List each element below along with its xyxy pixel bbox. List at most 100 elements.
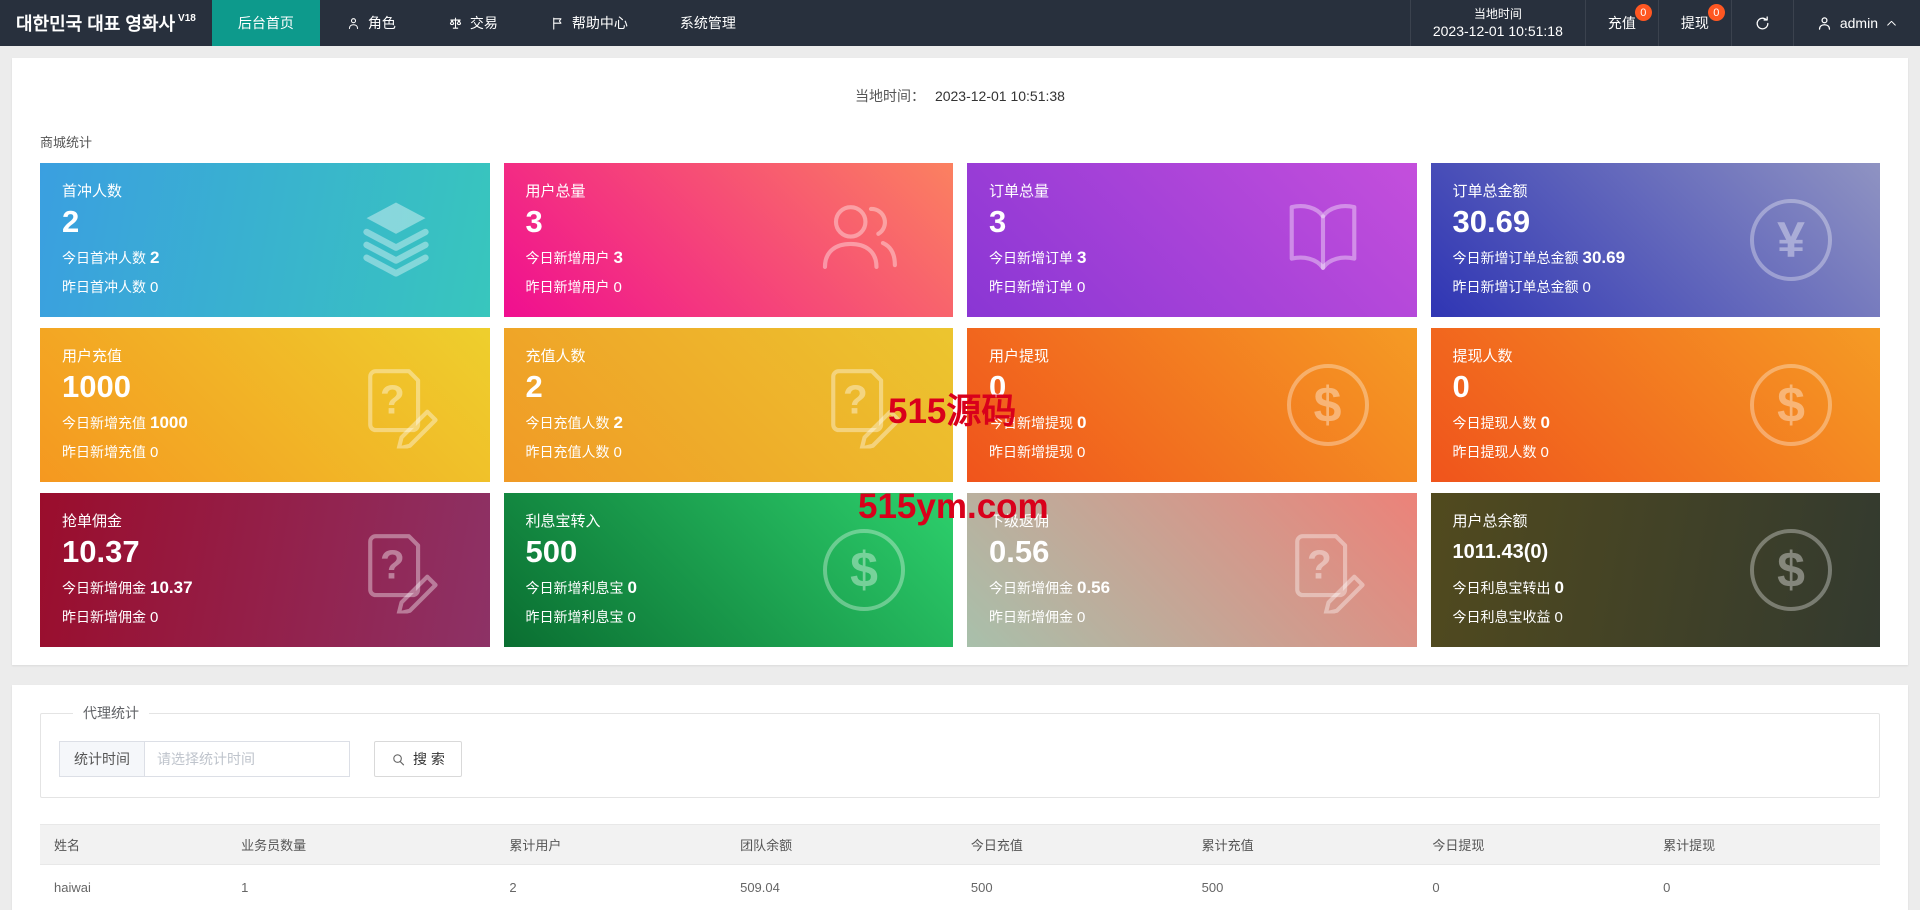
stat-card-7: 用户提现0今日新增提现0昨日新增提现0$ <box>967 328 1417 482</box>
stat-card-5: 用户充值1000今日新增充值1000昨日新增充值0? <box>40 328 490 482</box>
user-menu[interactable]: admin <box>1793 0 1920 46</box>
stat-card-10: 利息宝转入500今日新增利息宝0昨日新增利息宝0$ <box>504 493 954 647</box>
search-button[interactable]: 搜 索 <box>374 741 462 777</box>
brand-version: V18 <box>178 13 196 24</box>
stat-card-8: 提现人数0今日提现人数0昨日提现人数0$ <box>1431 328 1881 482</box>
local-time-value: 2023-12-01 10:51:38 <box>935 88 1065 104</box>
dollar-circle-icon: $ <box>1287 364 1369 446</box>
local-time-label: 当地时间： <box>855 88 925 104</box>
stat-time-label: 统计时间 <box>59 741 144 777</box>
agent-panel: 代理统计 统计时间 搜 索 姓名业务员数量累计用户团队余额今日充值累计充值今日提… <box>12 685 1908 910</box>
table-header-cell: 姓名 <box>40 825 227 865</box>
person-icon <box>346 16 361 31</box>
refresh-button[interactable] <box>1731 0 1793 46</box>
recharge-button[interactable]: 充值 0 <box>1585 0 1658 46</box>
stat-card-6: 充值人数2今日充值人数2昨日充值人数0? <box>504 328 954 482</box>
card-title: 提现人数 <box>1453 345 1859 366</box>
card-title: 订单总金额 <box>1453 180 1859 201</box>
brand-title: 대한민국 대표 영화사 <box>16 10 175 36</box>
edit-doc-icon: ? <box>350 522 442 619</box>
edit-doc-icon: ? <box>350 357 442 454</box>
stat-time-input[interactable] <box>144 741 350 777</box>
table-header-cell: 今日充值 <box>957 825 1188 865</box>
svg-text:?: ? <box>379 377 404 423</box>
navbar-time-label: 当地时间 <box>1474 6 1522 22</box>
search-button-label: 搜 索 <box>413 749 445 769</box>
dollar-circle-icon: $ <box>1750 364 1832 446</box>
menu-item-5[interactable]: 系统管理 <box>654 0 762 46</box>
stats-panel: 当地时间： 2023-12-01 10:51:38 商城统计 首冲人数2今日首冲… <box>12 58 1908 665</box>
menu-item-label: 系统管理 <box>680 13 736 33</box>
table-cell: 500 <box>1188 865 1419 910</box>
table-cell: haiwai <box>40 865 227 910</box>
flag-icon <box>550 16 565 31</box>
agent-table: 姓名业务员数量累计用户团队余额今日充值累计充值今日提现累计提现 haiwai12… <box>40 824 1880 910</box>
menu-item-3[interactable]: 交易 <box>422 0 524 46</box>
menu-item-label: 角色 <box>368 13 396 33</box>
table-cell: 2 <box>495 865 726 910</box>
withdraw-badge: 0 <box>1708 4 1725 21</box>
recharge-badge: 0 <box>1635 4 1652 21</box>
brand-logo: 대한민국 대표 영화사 V18 <box>0 0 212 46</box>
menu-item-4[interactable]: 帮助中心 <box>524 0 654 46</box>
menu-item-label: 后台首页 <box>238 13 294 33</box>
svg-text:?: ? <box>379 542 404 588</box>
edit-doc-icon: ? <box>813 357 905 454</box>
layers-icon <box>350 192 442 289</box>
table-cell: 0 <box>1649 865 1880 910</box>
stat-cards-grid: 首冲人数2今日首冲人数2昨日首冲人数0用户总量3今日新增用户3昨日新增用户0订单… <box>40 163 1880 647</box>
table-row: haiwai12509.0450050000 <box>40 865 1880 910</box>
edit-doc-icon: ? <box>1277 522 1369 619</box>
menu-item-2[interactable]: 角色 <box>320 0 422 46</box>
withdraw-button[interactable]: 提现 0 <box>1658 0 1731 46</box>
search-icon <box>391 752 406 767</box>
table-header-cell: 今日提现 <box>1418 825 1649 865</box>
svg-text:?: ? <box>1306 542 1331 588</box>
navbar-local-time: 当地时间 2023-12-01 10:51:18 <box>1410 0 1585 46</box>
stat-card-3: 订单总量3今日新增订单3昨日新增订单0 <box>967 163 1417 317</box>
agent-fieldset: 代理统计 统计时间 搜 索 <box>40 703 1880 798</box>
table-cell: 509.04 <box>726 865 957 910</box>
table-header-cell: 累计提现 <box>1649 825 1880 865</box>
refresh-icon <box>1754 15 1771 32</box>
user-icon <box>1816 15 1833 32</box>
navbar-time-value: 2023-12-01 10:51:18 <box>1433 22 1563 40</box>
menu-item-label: 交易 <box>470 13 498 33</box>
stat-card-2: 用户总量3今日新增用户3昨日新增用户0 <box>504 163 954 317</box>
table-header-cell: 累计充值 <box>1188 825 1419 865</box>
local-time-row: 当地时间： 2023-12-01 10:51:38 <box>28 74 1892 106</box>
top-navbar: 대한민국 대표 영화사 V18 后台首页 角色 交易 帮助中心 系统管理 当地时间 20… <box>0 0 1920 46</box>
menu-item-1[interactable]: 后台首页 <box>212 0 320 46</box>
stat-card-12: 用户总余额1011.43(0)今日利息宝转出0今日利息宝收益0$ <box>1431 493 1881 647</box>
agent-legend: 代理统计 <box>73 703 149 723</box>
withdraw-label: 提现 <box>1681 13 1709 33</box>
menu-item-label: 帮助中心 <box>572 13 628 33</box>
stat-card-4: 订单总金额30.69今日新增订单总金额30.69昨日新增订单总金额0¥ <box>1431 163 1881 317</box>
table-header-cell: 团队余额 <box>726 825 957 865</box>
stat-card-11: 下级返佣0.56今日新增佣金0.56昨日新增佣金0? <box>967 493 1417 647</box>
svg-text:?: ? <box>843 377 868 423</box>
nav-spacer <box>762 0 1410 46</box>
card-title: 利息宝转入 <box>526 510 932 531</box>
chevron-up-icon <box>1885 17 1898 30</box>
table-header-cell: 业务员数量 <box>227 825 495 865</box>
stat-card-1: 首冲人数2今日首冲人数2昨日首冲人数0 <box>40 163 490 317</box>
card-title: 用户提现 <box>989 345 1395 366</box>
scale-icon <box>448 16 463 31</box>
table-header-cell: 累计用户 <box>495 825 726 865</box>
dollar-circle-icon: $ <box>823 529 905 611</box>
recharge-label: 充值 <box>1608 13 1636 33</box>
table-cell: 1 <box>227 865 495 910</box>
card-title: 用户总余额 <box>1453 510 1859 531</box>
stat-card-9: 抢单佣金10.37今日新增佣金10.37昨日新增佣金0? <box>40 493 490 647</box>
book-icon <box>1277 192 1369 289</box>
main-menu: 后台首页 角色 交易 帮助中心 系统管理 <box>212 0 762 46</box>
agent-table-header-row: 姓名业务员数量累计用户团队余额今日充值累计充值今日提现累计提现 <box>40 825 1880 865</box>
stats-section-title: 商城统计 <box>40 132 1892 151</box>
users-icon <box>813 192 905 289</box>
dollar-circle-icon: $ <box>1750 529 1832 611</box>
agent-search-row: 统计时间 搜 索 <box>59 741 1861 777</box>
table-cell: 0 <box>1418 865 1649 910</box>
username: admin <box>1840 15 1878 31</box>
table-cell: 500 <box>957 865 1188 910</box>
